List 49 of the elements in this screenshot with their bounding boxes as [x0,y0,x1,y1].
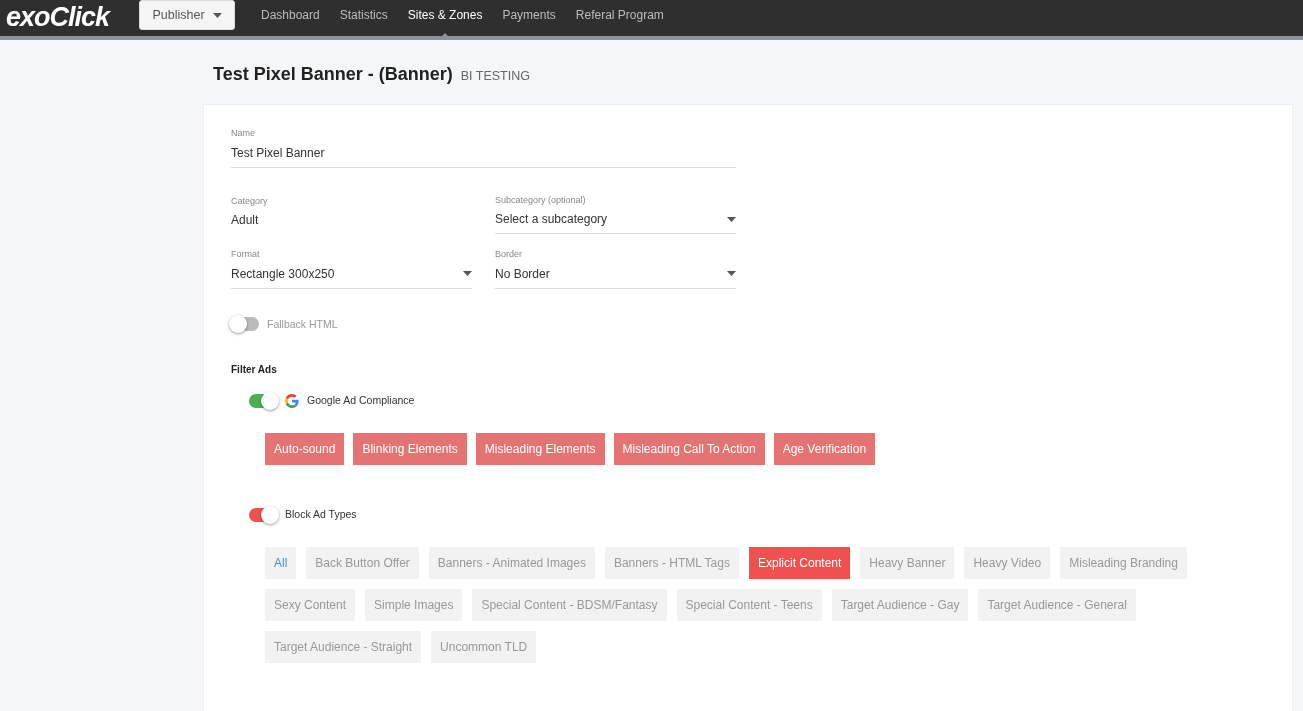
nav-item[interactable]: Statistics [329,0,398,40]
compliance-chip[interactable]: Age Verification [773,433,876,465]
ad-type-chip[interactable]: Banners - Animated Images [428,546,595,579]
ad-type-chip[interactable]: Explicit Content [748,546,851,579]
ad-type-chip[interactable]: Sexy Content [265,588,356,621]
google-icon [285,394,299,409]
toggle-switch[interactable] [249,507,277,522]
nav-item[interactable]: Sites & Zones [397,0,493,40]
nav-item[interactable]: Payments [492,0,566,40]
toggle-label: Block Ad Types [285,507,357,522]
ad-type-chip[interactable]: All [265,546,297,579]
toggle-label: Google Ad Compliance [307,393,415,409]
compliance-chip[interactable]: Blinking Elements [353,433,467,465]
ad-type-chip[interactable]: Heavy Banner [860,546,955,579]
logo: exoClick [5,1,112,34]
nav-item[interactable]: Dashboard [251,0,330,40]
ad-type-chip[interactable]: Heavy Video [964,546,1051,579]
ad-type-chip[interactable]: Simple Images [365,588,463,621]
section-heading: Filter Ads [231,363,278,378]
ad-type-chip[interactable]: Banners - HTML Tags [604,546,739,579]
ad-type-chip[interactable]: Back Button Offer [306,546,419,579]
field-label: Subcategory (optional) [495,193,587,207]
field-label: Format [231,248,261,261]
page-subtitle: BI TESTING [460,68,530,85]
field-label: Border [495,248,523,261]
ad-type-chip[interactable]: Special Content - Teens [676,588,822,621]
compliance-chip[interactable]: Misleading Call To Action [613,433,765,465]
toggle-switch[interactable] [249,394,277,409]
ad-type-chip[interactable]: Special Content - BDSM/Fantasy [472,588,667,621]
ad-type-chip[interactable]: Target Audience - General [978,588,1136,621]
ad-type-chip[interactable]: Uncommon TLD [431,630,537,663]
nav-item[interactable]: Referal Program [565,0,674,40]
field-label: Name [231,127,256,140]
role-dropdown[interactable]: Publisher [139,0,235,30]
caret-icon [463,271,472,276]
ad-type-chip[interactable]: Target Audience - Straight [265,630,422,663]
caret-icon [212,12,222,18]
category-value: Adult [231,212,260,229]
caret-icon [727,216,736,222]
name-field[interactable]: Test Pixel Banner [231,140,736,168]
caret-icon [727,271,736,276]
toggle-switch[interactable] [231,317,259,332]
compliance-chip[interactable]: Auto-sound [265,433,345,465]
field-label: Category [231,194,269,208]
ad-type-chip[interactable]: Misleading Branding [1060,546,1187,579]
page-title: Test Pixel Banner - (Banner) [213,63,453,86]
toggle-label: Fallback HTML [267,316,338,332]
ad-type-chip[interactable]: Target Audience - Gay [831,588,969,621]
compliance-chip[interactable]: Misleading Elements [475,433,605,465]
